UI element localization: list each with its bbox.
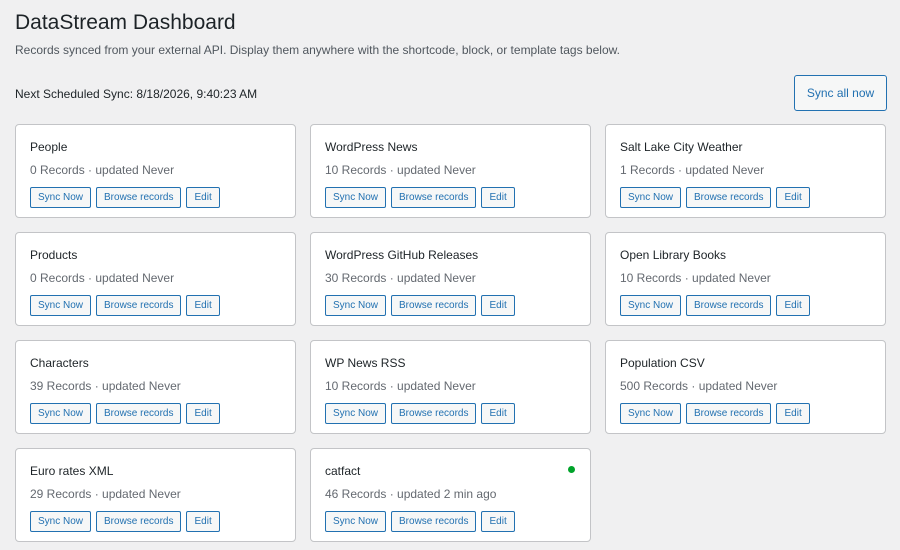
card-title: WordPress News	[325, 140, 418, 154]
card-title: Population CSV	[620, 356, 705, 370]
browse-records-button[interactable]: Browse records	[686, 403, 772, 424]
browse-records-button[interactable]: Browse records	[96, 187, 182, 208]
card-title: Euro rates XML	[30, 464, 114, 478]
datasource-card: WordPress GitHub Releases 30 Records · u…	[310, 232, 591, 326]
card-actions: Sync Now Browse records Edit	[30, 295, 281, 316]
sync-now-button[interactable]: Sync Now	[325, 403, 387, 424]
browse-records-button[interactable]: Browse records	[391, 295, 477, 316]
card-title: Open Library Books	[620, 248, 727, 262]
card-actions: Sync Now Browse records Edit	[30, 187, 281, 208]
edit-button[interactable]: Edit	[481, 511, 515, 532]
card-title: catfact	[325, 464, 361, 478]
sync-now-button[interactable]: Sync Now	[325, 295, 387, 316]
page-title: DataStream Dashboard	[15, 11, 236, 34]
sync-now-button[interactable]: Sync Now	[325, 511, 387, 532]
card-title: WordPress GitHub Releases	[325, 248, 479, 262]
edit-button[interactable]: Edit	[186, 511, 220, 532]
card-title: WP News RSS	[325, 356, 406, 370]
card-meta: 39 Records · updated Never	[30, 379, 181, 393]
datasource-card: Open Library Books 10 Records · updated …	[605, 232, 886, 326]
card-meta: 500 Records · updated Never	[620, 379, 778, 393]
card-title: Characters	[30, 356, 89, 370]
card-meta: 46 Records · updated 2 min ago	[325, 487, 497, 501]
card-meta: 29 Records · updated Never	[30, 487, 181, 501]
card-meta: 10 Records · updated Never	[620, 271, 771, 285]
edit-button[interactable]: Edit	[776, 403, 810, 424]
browse-records-button[interactable]: Browse records	[391, 187, 477, 208]
datasource-card: WordPress News 10 Records · updated Neve…	[310, 124, 591, 218]
edit-button[interactable]: Edit	[186, 187, 220, 208]
page-description: Records synced from your external API. D…	[15, 43, 620, 57]
sync-all-button[interactable]: Sync all now	[794, 75, 887, 111]
browse-records-button[interactable]: Browse records	[686, 187, 772, 208]
sync-now-button[interactable]: Sync Now	[30, 187, 92, 208]
browse-records-button[interactable]: Browse records	[391, 403, 477, 424]
edit-button[interactable]: Edit	[186, 403, 220, 424]
card-meta: 0 Records · updated Never	[30, 271, 175, 285]
edit-button[interactable]: Edit	[186, 295, 220, 316]
browse-records-button[interactable]: Browse records	[96, 511, 182, 532]
browse-records-button[interactable]: Browse records	[96, 403, 182, 424]
browse-records-button[interactable]: Browse records	[391, 511, 477, 532]
browse-records-button[interactable]: Browse records	[686, 295, 772, 316]
datasource-card: Population CSV 500 Records · updated Nev…	[605, 340, 886, 434]
sync-now-button[interactable]: Sync Now	[30, 403, 92, 424]
card-actions: Sync Now Browse records Edit	[620, 295, 871, 316]
card-title: Salt Lake City Weather	[620, 140, 743, 154]
sync-now-button[interactable]: Sync Now	[620, 403, 682, 424]
card-actions: Sync Now Browse records Edit	[620, 403, 871, 424]
sync-now-button[interactable]: Sync Now	[620, 187, 682, 208]
edit-button[interactable]: Edit	[776, 187, 810, 208]
card-actions: Sync Now Browse records Edit	[30, 403, 281, 424]
edit-button[interactable]: Edit	[776, 295, 810, 316]
edit-button[interactable]: Edit	[481, 295, 515, 316]
card-actions: Sync Now Browse records Edit	[30, 511, 281, 532]
datasource-card: People 0 Records · updated Never Sync No…	[15, 124, 296, 218]
status-dot	[568, 466, 575, 473]
datasource-card: Salt Lake City Weather 1 Records · updat…	[605, 124, 886, 218]
browse-records-button[interactable]: Browse records	[96, 295, 182, 316]
card-actions: Sync Now Browse records Edit	[325, 295, 576, 316]
card-meta: 1 Records · updated Never	[620, 163, 765, 177]
datasource-card: catfact 46 Records · updated 2 min ago S…	[310, 448, 591, 542]
datasource-card: Characters 39 Records · updated Never Sy…	[15, 340, 296, 434]
sync-now-button[interactable]: Sync Now	[30, 511, 92, 532]
datasource-card: WP News RSS 10 Records · updated Never S…	[310, 340, 591, 434]
datasource-card: Products 0 Records · updated Never Sync …	[15, 232, 296, 326]
next-sync-text: Next Scheduled Sync: 8/18/2026, 9:40:23 …	[15, 87, 258, 101]
card-meta: 10 Records · updated Never	[325, 163, 476, 177]
sync-now-button[interactable]: Sync Now	[30, 295, 92, 316]
card-meta: 30 Records · updated Never	[325, 271, 476, 285]
card-meta: 10 Records · updated Never	[325, 379, 476, 393]
datasource-card: Euro rates XML 29 Records · updated Neve…	[15, 448, 296, 542]
edit-button[interactable]: Edit	[481, 187, 515, 208]
card-meta: 0 Records · updated Never	[30, 163, 175, 177]
card-actions: Sync Now Browse records Edit	[620, 187, 871, 208]
datasource-grid: People 0 Records · updated Never Sync No…	[15, 124, 886, 542]
card-title: Products	[30, 248, 78, 262]
card-actions: Sync Now Browse records Edit	[325, 187, 576, 208]
card-title: People	[30, 140, 68, 154]
card-actions: Sync Now Browse records Edit	[325, 403, 576, 424]
sync-now-button[interactable]: Sync Now	[325, 187, 387, 208]
sync-now-button[interactable]: Sync Now	[620, 295, 682, 316]
edit-button[interactable]: Edit	[481, 403, 515, 424]
card-actions: Sync Now Browse records Edit	[325, 511, 576, 532]
